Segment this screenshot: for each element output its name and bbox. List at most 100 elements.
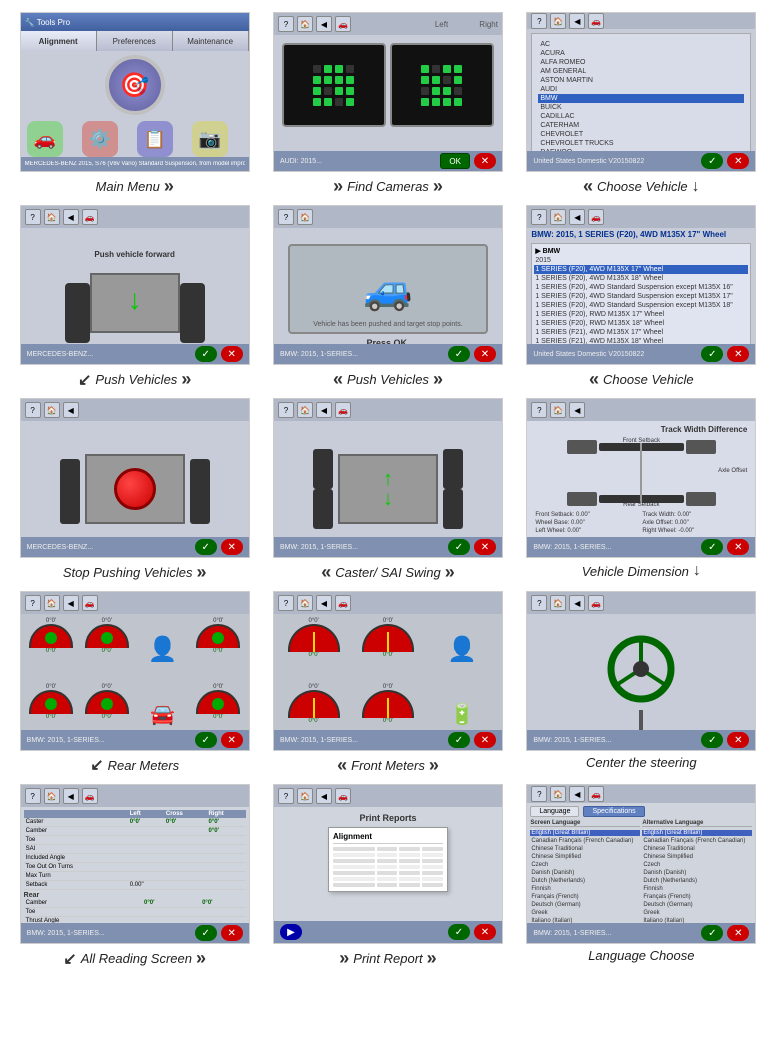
- lc-lang-english-gb[interactable]: English (Great Britain): [530, 830, 640, 836]
- pv1-check-button[interactable]: ✓: [195, 346, 217, 362]
- fc-ok-button[interactable]: OK: [440, 153, 470, 169]
- mm-tabs-bar[interactable]: Alignment Preferences Maintenance: [21, 31, 249, 51]
- lc-alt-lang-greek[interactable]: Greek: [642, 910, 752, 916]
- icon-car[interactable]: 🚗: [27, 121, 63, 157]
- rm-tb-help[interactable]: ?: [25, 595, 41, 611]
- cv1-cancel-button[interactable]: ✕: [727, 153, 749, 169]
- ar-tb-car[interactable]: 🚗: [82, 788, 98, 804]
- lc-tab-language[interactable]: Language: [530, 806, 579, 817]
- cv2-tb-car[interactable]: 🚗: [588, 209, 604, 225]
- cv1-tb-help[interactable]: ?: [531, 13, 547, 29]
- cv2-model-3[interactable]: 1 SERIES (F20), 4WD Standard Suspension …: [534, 292, 748, 301]
- cv2-selected-model[interactable]: 1 SERIES (F20), 4WD M135X 17" Wheel: [534, 265, 748, 274]
- pv2-cancel-button[interactable]: ✕: [474, 346, 496, 362]
- cv1-check-button[interactable]: ✓: [701, 153, 723, 169]
- cv1-tb-home[interactable]: 🏠: [550, 13, 566, 29]
- rm-check-button[interactable]: ✓: [195, 732, 217, 748]
- cst-check-button[interactable]: ✓: [701, 732, 723, 748]
- lc-tab-specifications[interactable]: Specifications: [583, 806, 644, 817]
- icon-settings[interactable]: ⚙️: [82, 121, 118, 157]
- cs-tb-back[interactable]: ◀: [316, 402, 332, 418]
- lc-lang-chinese-simp[interactable]: Chinese Simplified: [530, 854, 640, 860]
- fm-tb-home[interactable]: 🏠: [297, 595, 313, 611]
- lc-alt-lang-canadian-french[interactable]: Canadian Français (French Canadian): [642, 838, 752, 844]
- cv1-tb-back[interactable]: ◀: [569, 13, 585, 29]
- lc-lang-czech[interactable]: Czech: [530, 862, 640, 868]
- vd-tb-help[interactable]: ?: [531, 402, 547, 418]
- cv1-item-acura[interactable]: ACURA: [538, 49, 744, 58]
- cv1-item-aston[interactable]: ASTON MARTIN: [538, 76, 744, 85]
- fm-check-button[interactable]: ✓: [448, 732, 470, 748]
- fm-cancel-button[interactable]: ✕: [474, 732, 496, 748]
- cv2-model-7[interactable]: 1 SERIES (F21), 4WD M135X 17" Wheel: [534, 328, 748, 337]
- rm-tb-home[interactable]: 🏠: [44, 595, 60, 611]
- cst-tb-back[interactable]: ◀: [569, 595, 585, 611]
- lc-alt-lang-czech[interactable]: Czech: [642, 862, 752, 868]
- pv1-tb-back[interactable]: ◀: [63, 209, 79, 225]
- cv1-item-chevy[interactable]: CHEVROLET: [538, 130, 744, 139]
- cv1-item-bmw[interactable]: BMW: [538, 94, 744, 103]
- lc-lang-german[interactable]: Deutsch (German): [530, 902, 640, 908]
- ar-tb-help[interactable]: ?: [25, 788, 41, 804]
- cv2-model-1[interactable]: 1 SERIES (F20), 4WD M135X 18" Wheel: [534, 274, 748, 283]
- lc-alt-lang-chinese-simp[interactable]: Chinese Simplified: [642, 854, 752, 860]
- lc-lang-chinese-trad[interactable]: Chinese Traditional: [530, 846, 640, 852]
- cv2-tb-help[interactable]: ?: [531, 209, 547, 225]
- tab-preferences[interactable]: Preferences: [97, 31, 173, 51]
- lc-cancel-button[interactable]: ✕: [727, 925, 749, 941]
- lc-alt-lang-chinese-trad[interactable]: Chinese Traditional: [642, 846, 752, 852]
- cst-tb-help[interactable]: ?: [531, 595, 547, 611]
- tb-icon-help[interactable]: ?: [278, 16, 294, 32]
- tb-icon-back[interactable]: ◀: [316, 16, 332, 32]
- vd-tb-home[interactable]: 🏠: [550, 402, 566, 418]
- pr-print-button[interactable]: ▶: [280, 924, 302, 940]
- lc-lang-greek[interactable]: Greek: [530, 910, 640, 916]
- tab-maintenance[interactable]: Maintenance: [173, 31, 249, 51]
- lc-tb-car[interactable]: 🚗: [588, 786, 604, 802]
- cv2-cancel-button[interactable]: ✕: [727, 346, 749, 362]
- pr-cancel-button[interactable]: ✕: [474, 924, 496, 940]
- icon-report[interactable]: 📋: [137, 121, 173, 157]
- pv1-tb-home[interactable]: 🏠: [44, 209, 60, 225]
- pv1-tb-car[interactable]: 🚗: [82, 209, 98, 225]
- pv2-check-button[interactable]: ✓: [448, 346, 470, 362]
- vd-check-button[interactable]: ✓: [701, 539, 723, 555]
- cv1-item-ac[interactable]: AC: [538, 40, 744, 49]
- fc-cancel-button[interactable]: ✕: [474, 153, 496, 169]
- cv1-item-alfa[interactable]: ALFA ROMEO: [538, 58, 744, 67]
- lc-lang-canadian-french[interactable]: Canadian Français (French Canadian): [530, 838, 640, 844]
- lc-alt-lang-english-gb[interactable]: English (Great Britain): [642, 830, 752, 836]
- pv2-tb-home[interactable]: 🏠: [297, 209, 313, 225]
- cv1-tb-car[interactable]: 🚗: [588, 13, 604, 29]
- cs-tb-home[interactable]: 🏠: [297, 402, 313, 418]
- cv2-model-4[interactable]: 1 SERIES (F20), 4WD Standard Suspension …: [534, 301, 748, 310]
- cs-cancel-button[interactable]: ✕: [474, 539, 496, 555]
- lc-lang-dutch[interactable]: Dutch (Netherlands): [530, 878, 640, 884]
- icon-camera[interactable]: 📷: [192, 121, 228, 157]
- cv1-item-caterham[interactable]: CATERHAM: [538, 121, 744, 130]
- fm-tb-help[interactable]: ?: [278, 595, 294, 611]
- tb-icon-car2[interactable]: 🚗: [335, 16, 351, 32]
- cs-tb-help[interactable]: ?: [278, 402, 294, 418]
- cv1-item-am[interactable]: AM GENERAL: [538, 67, 744, 76]
- fm-tb-car[interactable]: 🚗: [335, 595, 351, 611]
- lc-alt-lang-finnish[interactable]: Finnish: [642, 886, 752, 892]
- cv2-check-button[interactable]: ✓: [701, 346, 723, 362]
- sp-check-button[interactable]: ✓: [195, 539, 217, 555]
- fm-tb-back[interactable]: ◀: [316, 595, 332, 611]
- lc-alt-lang-dutch[interactable]: Dutch (Netherlands): [642, 878, 752, 884]
- lc-tabs[interactable]: Language Specifications: [530, 806, 752, 817]
- lc-alt-lang-danish[interactable]: Danish (Danish): [642, 870, 752, 876]
- lc-tb-help[interactable]: ?: [531, 786, 547, 802]
- cv1-item-chevy-trucks[interactable]: CHEVROLET TRUCKS: [538, 139, 744, 148]
- lc-check-button[interactable]: ✓: [701, 925, 723, 941]
- ar-check-button[interactable]: ✓: [195, 925, 217, 941]
- lc-tb-back[interactable]: ◀: [569, 786, 585, 802]
- cv2-tb-back[interactable]: ◀: [569, 209, 585, 225]
- vd-cancel-button[interactable]: ✕: [727, 539, 749, 555]
- sp-tb-home[interactable]: 🏠: [44, 402, 60, 418]
- sp-tb-back[interactable]: ◀: [63, 402, 79, 418]
- cst-tb-home[interactable]: 🏠: [550, 595, 566, 611]
- lc-tb-home[interactable]: 🏠: [550, 786, 566, 802]
- rm-cancel-button[interactable]: ✕: [221, 732, 243, 748]
